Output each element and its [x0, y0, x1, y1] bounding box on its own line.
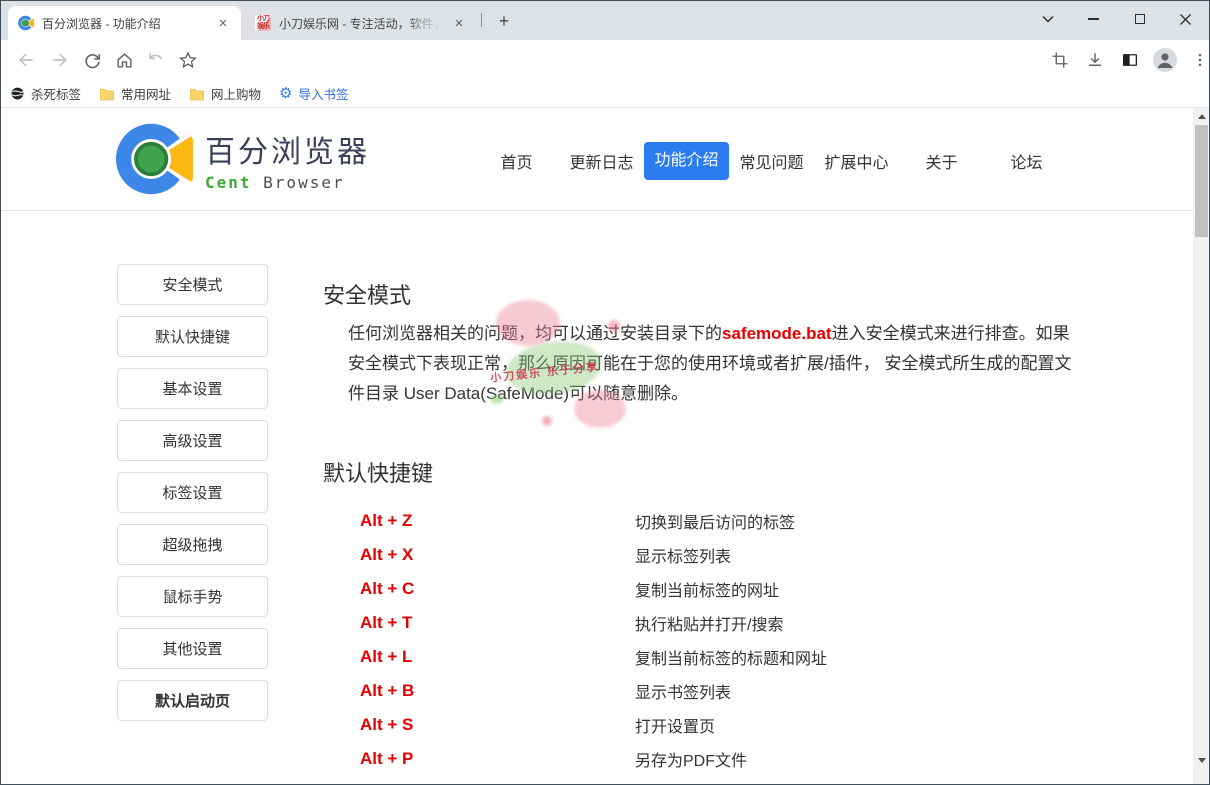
safe-mode-paragraph: 任何浏览器相关的问题，均可以通过安装目录下的safemode.bat进入安全模式… [323, 319, 1081, 409]
nav-faq[interactable]: 常见问题 [729, 149, 814, 173]
sidebar-super-drag[interactable]: 超级拖拽 [117, 524, 268, 565]
bookmarks-bar: 杀死标签 常用网址 网上购物 ⚙ 导入书签 [0, 80, 1210, 108]
cent-browser-favicon-icon [18, 15, 34, 31]
scroll-down-arrow-icon[interactable] [1198, 758, 1206, 763]
bookmark-kill-tab[interactable]: 杀死标签 [10, 84, 81, 103]
reload-button[interactable] [78, 46, 106, 74]
home-button[interactable] [110, 46, 138, 74]
shortcut-row: Alt + L复制当前标签的标题和网址 [323, 640, 1085, 674]
close-window-button[interactable] [1168, 0, 1202, 38]
bookmark-folder-common-sites[interactable]: 常用网址 [99, 84, 171, 103]
tab-close-icon[interactable]: ✕ [215, 15, 231, 31]
logo-text: 百分浏览器 Cent Browser [205, 127, 370, 192]
scroll-up-arrow-icon[interactable] [1198, 114, 1206, 119]
minimize-button[interactable] [1076, 0, 1110, 38]
cent-browser-logo-icon [115, 120, 193, 198]
sidebar-default-startup[interactable]: 默认启动页 [117, 680, 268, 721]
shortcut-row: Alt + S打开设置页 [323, 708, 1085, 742]
shortcuts-list: Alt + Z切换到最后访问的标签 Alt + X显示标签列表 Alt + C复… [323, 504, 1085, 785]
screenshot-crop-icon[interactable] [1046, 46, 1074, 74]
sidebar-basic-settings[interactable]: 基本设置 [117, 368, 268, 409]
shortcut-row: Ctrl + Shift + A开始截图 [323, 776, 1085, 785]
restore-tab-button[interactable] [142, 46, 170, 74]
site-nav: 首页 更新日志 功能介绍 常见问题 扩展中心 关于 论坛 [474, 142, 1069, 180]
avatar[interactable] [1151, 46, 1179, 74]
gear-icon: ⚙ [279, 86, 292, 101]
tab-title: 小刀娱乐网 - 专注活动，软件， [279, 15, 445, 32]
bookmark-folder-shopping[interactable]: 网上购物 [189, 84, 261, 103]
shortcut-row: Alt + C复制当前标签的网址 [323, 572, 1085, 606]
maximize-button[interactable] [1123, 0, 1157, 38]
forward-button[interactable] [46, 46, 74, 74]
tab-strip: 百分浏览器 - 功能介绍 ✕ 小刀娱乐 小刀娱乐网 - 专注活动，软件， ✕ + [0, 0, 1210, 40]
shortcut-row: Alt + P另存为PDF文件 [323, 742, 1085, 776]
shortcuts-heading: 默认快捷键 [323, 456, 1085, 488]
safe-mode-heading: 安全模式 [323, 278, 1085, 310]
folder-icon [99, 87, 115, 101]
vertical-scrollbar[interactable] [1193, 108, 1210, 785]
page-content: 百分浏览器 Cent Browser 首页 更新日志 功能介绍 常见问题 扩展中… [0, 108, 1193, 785]
site-header: 百分浏览器 Cent Browser 首页 更新日志 功能介绍 常见问题 扩展中… [0, 108, 1193, 211]
scrollbar-thumb[interactable] [1195, 125, 1208, 237]
main-article: 安全模式 任何浏览器相关的问题，均可以通过安装目录下的safemode.bat进… [323, 264, 1085, 785]
navigation-toolbar: https://www.centbrowser.cn/features.html [0, 40, 1210, 80]
nav-about[interactable]: 关于 [899, 149, 984, 173]
site-logo[interactable]: 百分浏览器 Cent Browser [115, 120, 370, 198]
feature-sidebar: 安全模式 默认快捷键 基本设置 高级设置 标签设置 超级拖拽 鼠标手势 其他设置… [117, 264, 268, 732]
logo-title: 百分浏览器 [205, 127, 370, 171]
bookmark-import[interactable]: ⚙ 导入书签 [279, 84, 348, 103]
sidebar-default-shortcuts[interactable]: 默认快捷键 [117, 316, 268, 357]
tab-title: 百分浏览器 - 功能介绍 [42, 15, 209, 32]
shortcut-row: Alt + X显示标签列表 [323, 538, 1085, 572]
shortcut-row: Alt + Z切换到最后访问的标签 [323, 504, 1085, 538]
side-panel-icon[interactable] [1116, 46, 1144, 74]
nav-forum[interactable]: 论坛 [984, 149, 1069, 173]
sidebar-safe-mode[interactable]: 安全模式 [117, 264, 268, 305]
shortcut-row: Alt + T执行粘贴并打开/搜索 [323, 606, 1085, 640]
sidebar-other-settings[interactable]: 其他设置 [117, 628, 268, 669]
new-tab-button[interactable]: + [491, 8, 517, 34]
tab-xiaodao[interactable]: 小刀娱乐 小刀娱乐网 - 专注活动，软件， ✕ [245, 6, 477, 40]
nav-home[interactable]: 首页 [474, 149, 559, 173]
back-button[interactable] [12, 46, 40, 74]
nav-changelog[interactable]: 更新日志 [559, 149, 644, 173]
bookmark-all-star-icon[interactable] [174, 46, 202, 74]
safemode-bat-highlight: safemode.bat [722, 324, 832, 343]
nav-extensions[interactable]: 扩展中心 [814, 149, 899, 173]
sidebar-tab-settings[interactable]: 标签设置 [117, 472, 268, 513]
globe-icon [10, 86, 25, 101]
tab-search-chevron-icon[interactable] [1031, 0, 1065, 38]
sidebar-mouse-gesture[interactable]: 鼠标手势 [117, 576, 268, 617]
shortcut-row: Alt + B显示书签列表 [323, 674, 1085, 708]
nav-features[interactable]: 功能介绍 [644, 142, 729, 180]
download-icon[interactable] [1081, 46, 1109, 74]
folder-icon [189, 87, 205, 101]
logo-subtitle: Cent Browser [205, 173, 370, 192]
tab-separator [481, 13, 482, 27]
tab-close-icon[interactable]: ✕ [451, 15, 467, 31]
browser-window: 百分浏览器 - 功能介绍 ✕ 小刀娱乐 小刀娱乐网 - 专注活动，软件， ✕ + [0, 0, 1210, 785]
xiaodao-favicon-icon: 小刀娱乐 [255, 15, 271, 31]
tab-cent-browser[interactable]: 百分浏览器 - 功能介绍 ✕ [8, 6, 241, 40]
menu-dots-icon[interactable] [1186, 46, 1210, 74]
sidebar-advanced-settings[interactable]: 高级设置 [117, 420, 268, 461]
